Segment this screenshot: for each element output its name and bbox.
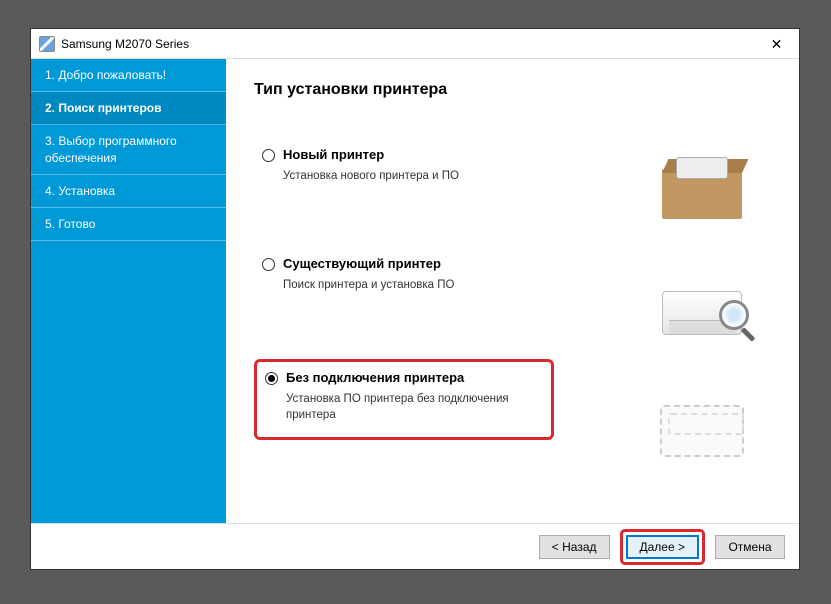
option-desc: Поиск принтера и установка ПО (283, 277, 546, 293)
window-title: Samsung M2070 Series (61, 37, 189, 51)
sidebar-step-search: 2. Поиск принтеров (31, 92, 226, 125)
option-title: Существующий принтер (283, 256, 546, 271)
sidebar-step-install: 4. Установка (31, 175, 226, 208)
option-title: Без подключения принтера (286, 370, 541, 385)
printer-search-icon (654, 277, 749, 347)
page-title: Тип установки принтера (254, 81, 779, 99)
back-button[interactable]: < Назад (539, 535, 610, 559)
sidebar-step-welcome: 1. Добро пожаловать! (31, 59, 226, 92)
next-button-highlight: Далее > (620, 529, 706, 565)
radio-no-connection[interactable] (265, 372, 278, 385)
radio-new-printer[interactable] (262, 149, 275, 162)
option-title: Новый принтер (283, 147, 546, 162)
app-icon (39, 36, 55, 52)
sidebar-step-done: 5. Готово (31, 208, 226, 241)
printer-ghost-icon (654, 393, 749, 463)
installer-window: Samsung M2070 Series ✕ 1. Добро пожалова… (30, 28, 800, 570)
option-existing-printer[interactable]: Существующий принтер Поиск принтера и ус… (254, 250, 554, 299)
cancel-button[interactable]: Отмена (715, 535, 785, 559)
option-desc: Установка ПО принтера без подключения пр… (286, 391, 541, 423)
close-icon[interactable]: ✕ (754, 29, 799, 59)
sidebar-step-software: 3. Выбор программного обеспечения (31, 125, 226, 174)
printer-box-icon (654, 159, 749, 229)
main-content: Тип установки принтера Новый принтер Уст… (226, 59, 799, 523)
radio-existing-printer[interactable] (262, 258, 275, 271)
option-desc: Установка нового принтера и ПО (283, 168, 546, 184)
next-button[interactable]: Далее > (626, 535, 700, 559)
titlebar[interactable]: Samsung M2070 Series ✕ (31, 29, 799, 59)
option-no-connection[interactable]: Без подключения принтера Установка ПО пр… (254, 359, 554, 440)
sidebar: 1. Добро пожаловать! 2. Поиск принтеров … (31, 59, 226, 523)
footer: < Назад Далее > Отмена (31, 523, 799, 569)
option-new-printer[interactable]: Новый принтер Установка нового принтера … (254, 141, 554, 190)
